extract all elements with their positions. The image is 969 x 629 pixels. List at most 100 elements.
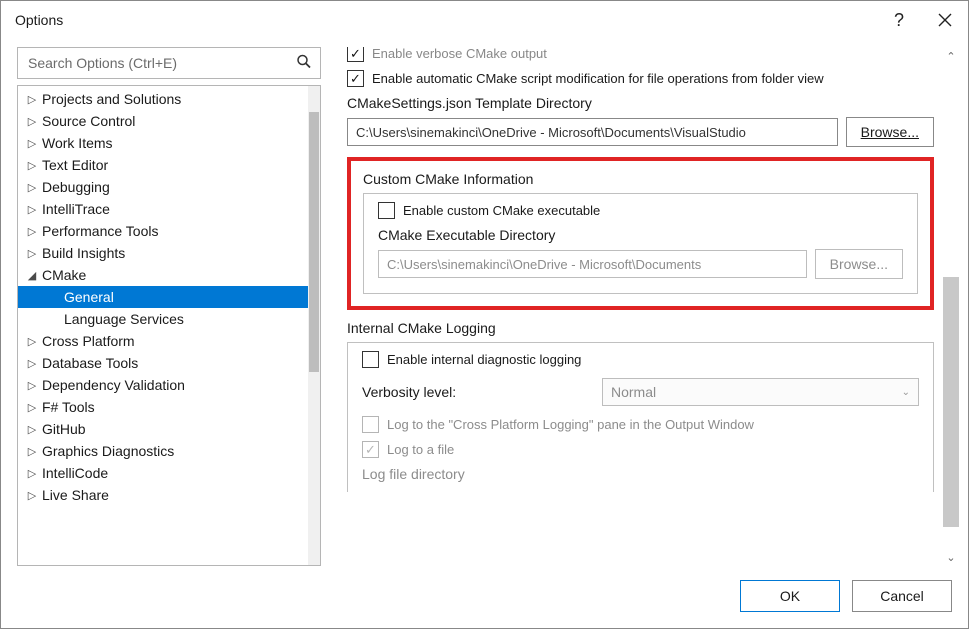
verbosity-row: Verbosity level: Normal ⌄ bbox=[362, 378, 919, 406]
tree-item-f-tools[interactable]: ▷F# Tools bbox=[18, 396, 308, 418]
enable-custom-checkbox[interactable] bbox=[378, 202, 395, 219]
tree-scrollbar-thumb[interactable] bbox=[309, 112, 319, 372]
tree-item-label: Performance Tools bbox=[42, 223, 158, 239]
auto-modify-row: ✓ Enable automatic CMake script modifica… bbox=[347, 70, 934, 87]
collapsed-arrow-icon: ▷ bbox=[24, 489, 40, 502]
dialog-body: ▷Projects and Solutions▷Source Control▷W… bbox=[1, 39, 968, 566]
dialog-title: Options bbox=[15, 12, 876, 28]
tree-item-label: Debugging bbox=[42, 179, 110, 195]
exec-dir-label: CMake Executable Directory bbox=[378, 227, 903, 243]
exec-dir-row: C:\Users\sinemakinci\OneDrive - Microsof… bbox=[378, 249, 903, 279]
dialog-footer: OK Cancel bbox=[1, 566, 968, 628]
close-button[interactable] bbox=[922, 1, 968, 39]
panel-scrollbar[interactable]: ⌃ ⌄ bbox=[942, 47, 960, 566]
cancel-button[interactable]: Cancel bbox=[852, 580, 952, 612]
template-dir-label: CMakeSettings.json Template Directory bbox=[347, 95, 934, 111]
tree-item-live-share[interactable]: ▷Live Share bbox=[18, 484, 308, 506]
tree-item-github[interactable]: ▷GitHub bbox=[18, 418, 308, 440]
exec-browse-button: Browse... bbox=[815, 249, 903, 279]
tree-item-intellicode[interactable]: ▷IntelliCode bbox=[18, 462, 308, 484]
tree-item-database-tools[interactable]: ▷Database Tools bbox=[18, 352, 308, 374]
collapsed-arrow-icon: ▷ bbox=[24, 445, 40, 458]
tree-item-language-services[interactable]: ▷Language Services bbox=[18, 308, 308, 330]
tree-item-label: Database Tools bbox=[42, 355, 138, 371]
tree-item-general[interactable]: ▷General bbox=[18, 286, 308, 308]
tree-item-dependency-validation[interactable]: ▷Dependency Validation bbox=[18, 374, 308, 396]
collapsed-arrow-icon: ▷ bbox=[24, 357, 40, 370]
exec-dir-input: C:\Users\sinemakinci\OneDrive - Microsof… bbox=[378, 250, 807, 278]
collapsed-arrow-icon: ▷ bbox=[24, 181, 40, 194]
enable-logging-checkbox[interactable] bbox=[362, 351, 379, 368]
log-file-checkbox: ✓ bbox=[362, 441, 379, 458]
tree-item-label: Text Editor bbox=[42, 157, 108, 173]
verbose-output-row: ✓ Enable verbose CMake output bbox=[347, 47, 934, 62]
tree-item-label: IntelliCode bbox=[42, 465, 108, 481]
tree-item-cross-platform[interactable]: ▷Cross Platform bbox=[18, 330, 308, 352]
auto-modify-checkbox[interactable]: ✓ bbox=[347, 70, 364, 87]
tree-item-performance-tools[interactable]: ▷Performance Tools bbox=[18, 220, 308, 242]
collapsed-arrow-icon: ▷ bbox=[24, 467, 40, 480]
scroll-down-icon[interactable]: ⌄ bbox=[942, 548, 960, 566]
help-button[interactable]: ? bbox=[876, 1, 922, 39]
category-tree-container: ▷Projects and Solutions▷Source Control▷W… bbox=[17, 85, 321, 566]
ok-button[interactable]: OK bbox=[740, 580, 840, 612]
collapsed-arrow-icon: ▷ bbox=[24, 115, 40, 128]
category-tree[interactable]: ▷Projects and Solutions▷Source Control▷W… bbox=[18, 86, 308, 565]
collapsed-arrow-icon: ▷ bbox=[24, 423, 40, 436]
tree-item-label: IntelliTrace bbox=[42, 201, 110, 217]
verbosity-value: Normal bbox=[611, 384, 656, 400]
tree-item-work-items[interactable]: ▷Work Items bbox=[18, 132, 308, 154]
template-dir-row: C:\Users\sinemakinci\OneDrive - Microsof… bbox=[347, 117, 934, 147]
verbose-output-checkbox[interactable]: ✓ bbox=[347, 47, 364, 62]
chevron-down-icon: ⌄ bbox=[902, 387, 910, 398]
log-pane-checkbox bbox=[362, 416, 379, 433]
logging-title: Internal CMake Logging bbox=[347, 320, 934, 336]
search-input[interactable] bbox=[26, 54, 290, 72]
logging-group: Enable internal diagnostic logging Verbo… bbox=[347, 342, 934, 492]
search-wrapper bbox=[17, 47, 321, 79]
collapsed-arrow-icon: ▷ bbox=[24, 93, 40, 106]
verbosity-select[interactable]: Normal ⌄ bbox=[602, 378, 919, 406]
tree-item-graphics-diagnostics[interactable]: ▷Graphics Diagnostics bbox=[18, 440, 308, 462]
left-panel: ▷Projects and Solutions▷Source Control▷W… bbox=[17, 47, 321, 566]
custom-cmake-title: Custom CMake Information bbox=[363, 171, 918, 187]
tree-item-label: Projects and Solutions bbox=[42, 91, 181, 107]
template-browse-button[interactable]: Browse... bbox=[846, 117, 934, 147]
options-dialog: Options ? ▷Projects and Solutions▷Source… bbox=[0, 0, 969, 629]
tree-item-label: Live Share bbox=[42, 487, 109, 503]
verbosity-label: Verbosity level: bbox=[362, 384, 592, 400]
tree-item-label: Source Control bbox=[42, 113, 135, 129]
collapsed-arrow-icon: ▷ bbox=[24, 401, 40, 414]
tree-item-label: Dependency Validation bbox=[42, 377, 185, 393]
log-file-label: Log to a file bbox=[387, 442, 454, 457]
search-icon[interactable] bbox=[296, 54, 312, 73]
tree-item-label: F# Tools bbox=[42, 399, 95, 415]
tree-item-source-control[interactable]: ▷Source Control bbox=[18, 110, 308, 132]
template-dir-input[interactable]: C:\Users\sinemakinci\OneDrive - Microsof… bbox=[347, 118, 838, 146]
tree-item-label: Language Services bbox=[64, 311, 184, 327]
tree-item-intellitrace[interactable]: ▷IntelliTrace bbox=[18, 198, 308, 220]
tree-item-label: Cross Platform bbox=[42, 333, 135, 349]
enable-custom-label: Enable custom CMake executable bbox=[403, 203, 600, 218]
panel-scrollbar-thumb[interactable] bbox=[943, 277, 959, 527]
tree-item-build-insights[interactable]: ▷Build Insights bbox=[18, 242, 308, 264]
collapsed-arrow-icon: ▷ bbox=[24, 203, 40, 216]
verbose-output-label: Enable verbose CMake output bbox=[372, 47, 547, 61]
enable-logging-row: Enable internal diagnostic logging bbox=[362, 351, 919, 368]
enable-custom-row: Enable custom CMake executable bbox=[378, 202, 903, 219]
titlebar: Options ? bbox=[1, 1, 968, 39]
log-pane-row: Log to the "Cross Platform Logging" pane… bbox=[362, 416, 919, 433]
collapsed-arrow-icon: ▷ bbox=[24, 225, 40, 238]
tree-item-label: General bbox=[64, 289, 114, 305]
tree-item-projects-and-solutions[interactable]: ▷Projects and Solutions bbox=[18, 88, 308, 110]
collapsed-arrow-icon: ▷ bbox=[24, 379, 40, 392]
custom-cmake-highlight: Custom CMake Information Enable custom C… bbox=[347, 157, 934, 310]
tree-item-label: GitHub bbox=[42, 421, 86, 437]
collapsed-arrow-icon: ▷ bbox=[24, 335, 40, 348]
tree-item-text-editor[interactable]: ▷Text Editor bbox=[18, 154, 308, 176]
tree-scrollbar[interactable] bbox=[308, 86, 320, 565]
auto-modify-label: Enable automatic CMake script modificati… bbox=[372, 71, 824, 86]
scroll-up-icon[interactable]: ⌃ bbox=[942, 47, 960, 65]
tree-item-debugging[interactable]: ▷Debugging bbox=[18, 176, 308, 198]
tree-item-cmake[interactable]: ◢CMake bbox=[18, 264, 308, 286]
